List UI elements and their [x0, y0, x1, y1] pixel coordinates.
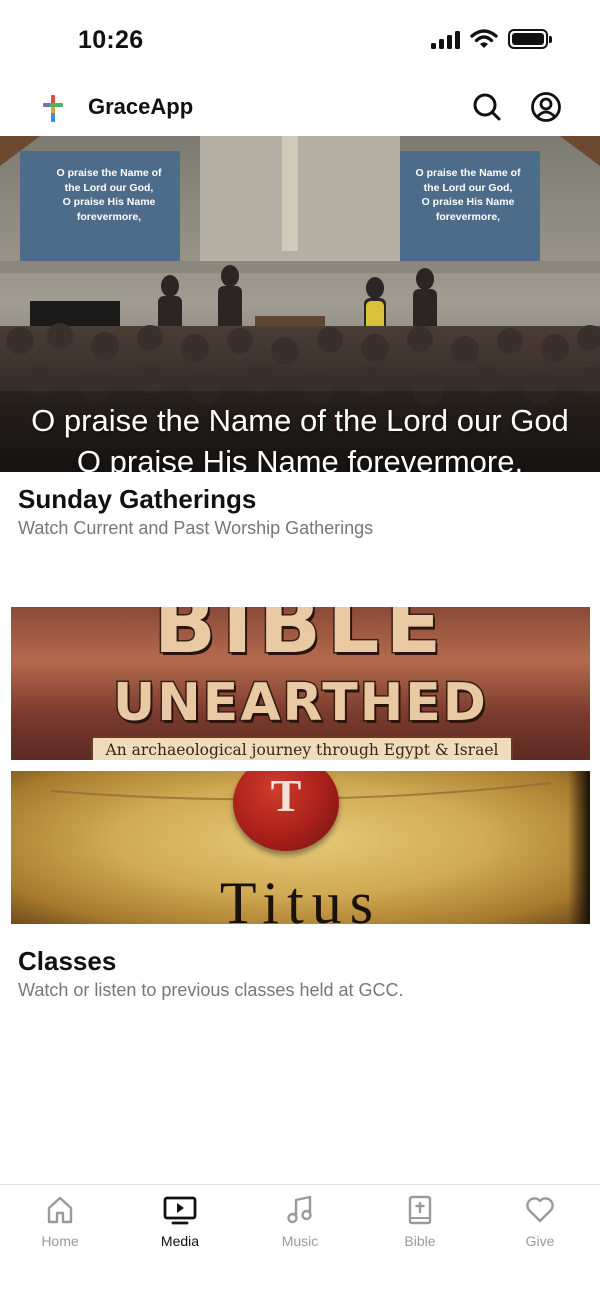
app-header: GraceApp	[0, 80, 600, 136]
app-screen: 10:26 GraceApp O praise the Name of the …	[0, 0, 600, 1300]
search-icon	[473, 93, 501, 121]
titus-class-banner[interactable]: T Titus	[11, 771, 590, 924]
search-button[interactable]	[470, 90, 504, 124]
tab-home-label: Home	[41, 1233, 79, 1249]
status-icons	[431, 28, 552, 50]
status-time: 10:26	[78, 26, 144, 54]
cross-logo-icon	[43, 95, 63, 122]
tab-music[interactable]: Music	[240, 1195, 360, 1249]
wax-seal-letter: T	[270, 771, 302, 821]
tab-music-label: Music	[281, 1233, 319, 1249]
account-icon	[531, 92, 561, 122]
tab-media-label: Media	[160, 1233, 200, 1249]
screen-lyrics-left: O praise the Name of the Lord our God, O…	[56, 167, 162, 223]
cellular-signal-icon	[431, 29, 460, 49]
bible-unearthed-class-banner[interactable]: BIBLE UNEARTHED An archaeological journe…	[11, 607, 590, 760]
tab-give-label: Give	[525, 1233, 555, 1249]
app-title: GraceApp	[88, 94, 194, 119]
tab-give[interactable]: Give	[480, 1195, 600, 1249]
wifi-icon	[470, 29, 498, 48]
bible-banner-title: BIBLE	[152, 607, 448, 674]
tab-media[interactable]: Media	[120, 1195, 240, 1249]
lyrics-caption-line2: O praise His Name forevermore,	[76, 444, 524, 472]
bible-icon	[408, 1195, 432, 1225]
sunday-gatherings-thumbnail[interactable]: O praise the Name of the Lord our God, O…	[0, 136, 600, 472]
home-icon	[47, 1196, 73, 1224]
status-bar: 10:26	[0, 0, 600, 80]
heart-icon	[526, 1197, 554, 1223]
sunday-gatherings-title[interactable]: Sunday Gatherings	[18, 484, 256, 515]
account-button[interactable]	[529, 90, 563, 124]
bottom-tab-bar: Home Media Music Bible Give	[0, 1184, 600, 1300]
titus-banner-edge	[568, 771, 590, 924]
tab-bible[interactable]: Bible	[360, 1195, 480, 1249]
screen-lyrics-right: O praise the Name of the Lord our God, O…	[415, 167, 521, 223]
bible-banner-subtitle: UNEARTHED	[112, 672, 488, 735]
battery-icon	[508, 29, 552, 49]
titus-banner-title: Titus	[219, 870, 382, 924]
media-icon	[163, 1196, 197, 1225]
lyrics-caption-line1: O praise the Name of the Lord our God	[31, 403, 569, 438]
sunday-gatherings-subtitle: Watch Current and Past Worship Gathering…	[18, 518, 374, 538]
music-icon	[287, 1195, 312, 1224]
tab-bible-label: Bible	[404, 1233, 436, 1249]
classes-subtitle: Watch or listen to previous classes held…	[18, 980, 404, 1000]
classes-title[interactable]: Classes	[18, 946, 116, 977]
bible-banner-tagline: An archaeological journey through Egypt …	[91, 736, 513, 760]
tab-home[interactable]: Home	[0, 1195, 120, 1249]
